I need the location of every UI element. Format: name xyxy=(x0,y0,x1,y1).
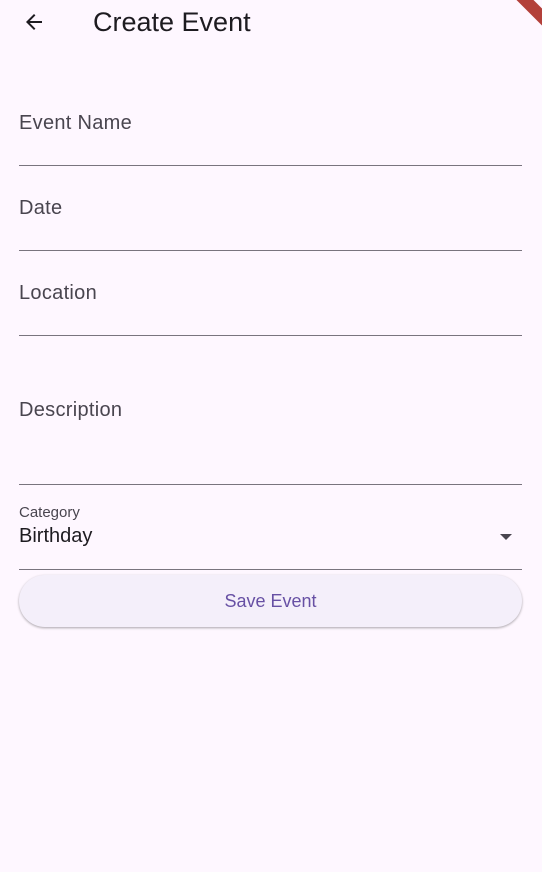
description-field[interactable]: Description xyxy=(19,350,522,485)
category-dropdown[interactable]: Category Birthday xyxy=(19,494,522,570)
debug-banner xyxy=(502,0,542,40)
event-name-field[interactable]: Event Name xyxy=(19,96,522,166)
arrow-back-icon xyxy=(26,14,42,30)
description-input[interactable] xyxy=(19,350,522,484)
location-field[interactable]: Location xyxy=(19,266,522,336)
location-input[interactable] xyxy=(19,266,522,335)
dropdown-arrow-icon xyxy=(500,534,512,540)
save-event-button[interactable]: Save Event xyxy=(19,575,522,627)
event-name-input[interactable] xyxy=(19,96,522,165)
app-bar: Create Event xyxy=(0,0,542,44)
date-input[interactable] xyxy=(19,181,522,250)
back-button[interactable] xyxy=(14,2,54,42)
category-selected-value: Birthday xyxy=(19,525,93,547)
date-field[interactable]: Date xyxy=(19,181,522,251)
page-title: Create Event xyxy=(93,7,251,37)
category-label: Category xyxy=(19,504,80,521)
